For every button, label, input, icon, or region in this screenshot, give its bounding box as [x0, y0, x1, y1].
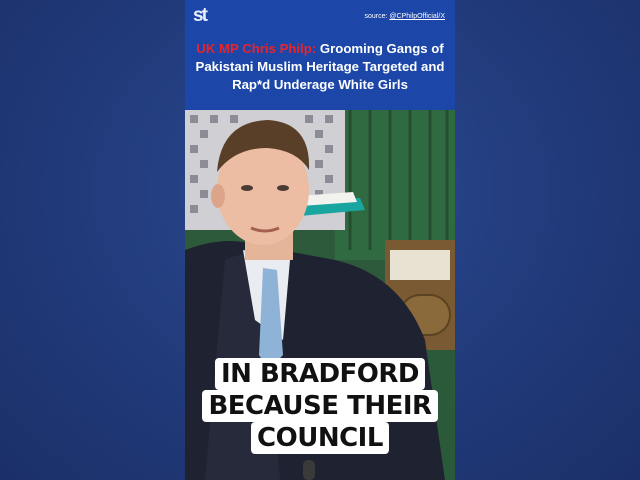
video-frame[interactable]: IN BRADFORD BECAUSE THEIR COUNCIL: [185, 110, 455, 480]
source-credit: source: @CPhilpOfficial/X: [364, 13, 445, 20]
headline-speaker: UK MP Chris Philp:: [196, 41, 317, 56]
headline: UK MP Chris Philp: Grooming Gangs of Pak…: [191, 40, 449, 94]
caption-line-2: BECAUSE THEIR: [202, 390, 438, 422]
source-label: source:: [364, 13, 390, 20]
caption-line-3: COUNCIL: [251, 422, 389, 454]
source-link[interactable]: @CPhilpOfficial/X: [389, 13, 445, 20]
shorts-panel[interactable]: st source: @CPhilpOfficial/X UK MP Chris…: [185, 0, 455, 480]
brand-logo-icon: st: [193, 5, 208, 26]
headline-header: st source: @CPhilpOfficial/X UK MP Chris…: [185, 0, 455, 110]
caption-line-1: IN BRADFORD: [215, 358, 425, 390]
subtitle-caption: IN BRADFORD BECAUSE THEIR COUNCIL: [185, 358, 455, 454]
